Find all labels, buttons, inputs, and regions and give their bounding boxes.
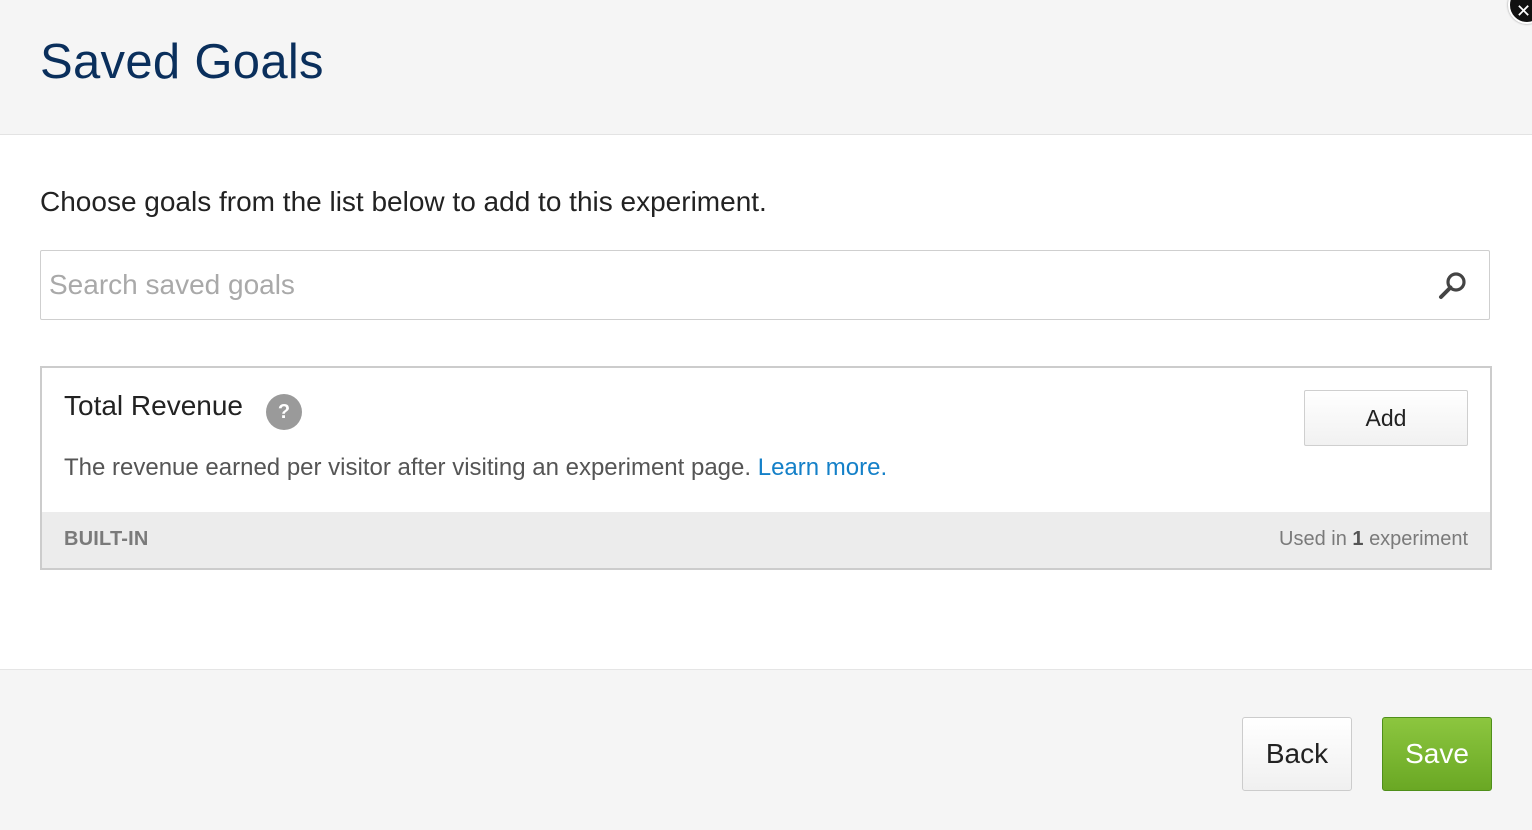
dialog-title: Saved Goals — [40, 35, 324, 89]
goal-description: The revenue earned per visitor after vis… — [64, 454, 887, 482]
dialog-header: Saved Goals ✕ — [0, 0, 1532, 135]
usage-prefix: Used in — [1279, 528, 1347, 550]
help-icon[interactable]: ? — [266, 394, 302, 430]
saved-goals-dialog: Saved Goals ✕ Choose goals from the list… — [0, 0, 1532, 830]
add-goal-button[interactable]: Add — [1304, 390, 1468, 446]
goal-usage-count: Used in 1 experiment — [1279, 528, 1468, 551]
goal-name: Total Revenue — [64, 390, 244, 421]
instructions-text: Choose goals from the list below to add … — [40, 186, 767, 217]
back-button[interactable]: Back — [1242, 717, 1352, 791]
close-icon[interactable]: ✕ — [1508, 0, 1532, 24]
search-box[interactable] — [40, 250, 1490, 320]
goal-card: Total Revenue ? The revenue earned per v… — [40, 366, 1492, 570]
goal-type-label: BUILT-IN — [64, 528, 149, 550]
usage-suffix: experiment — [1369, 528, 1468, 550]
usage-number: 1 — [1352, 528, 1364, 550]
search-input[interactable] — [49, 261, 1419, 309]
goal-card-footer: BUILT-IN Used in 1 experiment — [42, 512, 1490, 568]
dialog-footer: Back Save — [0, 669, 1532, 830]
search-icon[interactable] — [1437, 270, 1469, 302]
save-button[interactable]: Save — [1382, 717, 1492, 791]
learn-more-link[interactable]: Learn more. — [758, 454, 887, 481]
goal-description-text: The revenue earned per visitor after vis… — [64, 454, 752, 481]
